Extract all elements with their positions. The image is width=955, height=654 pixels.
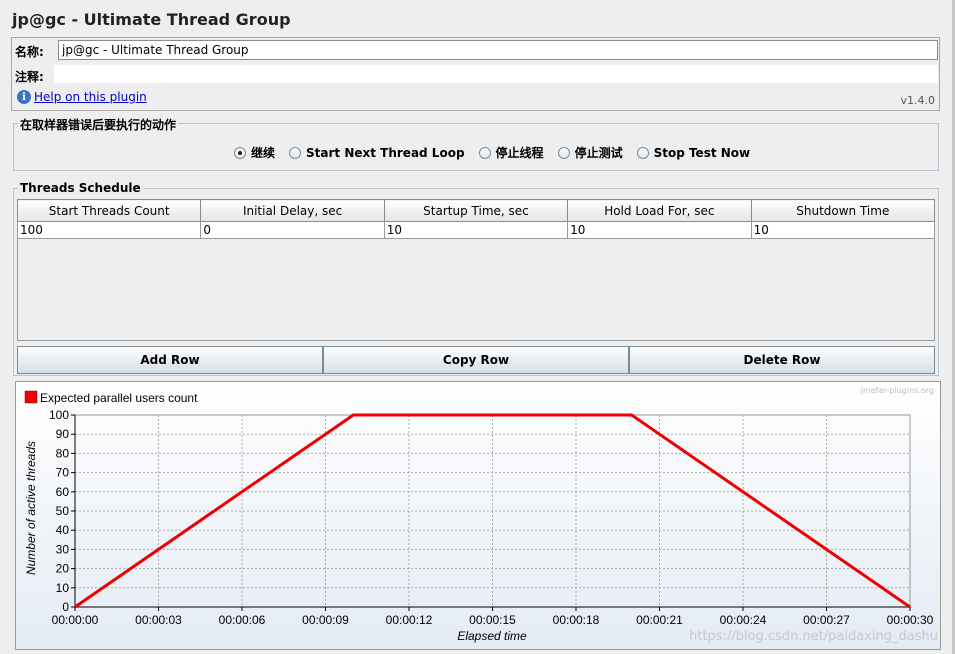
radio-button-icon[interactable] bbox=[636, 146, 649, 159]
y-tick-label: 80 bbox=[56, 446, 70, 460]
y-axis-label: Number of active threads bbox=[24, 441, 38, 575]
help-row: i Help on this plugin bbox=[17, 90, 147, 104]
radio-button-icon[interactable] bbox=[557, 146, 570, 159]
threads-schedule-title: Threads Schedule bbox=[18, 181, 143, 195]
radio-label: Start Next Thread Loop bbox=[306, 145, 465, 160]
x-tick-label: 00:00:12 bbox=[386, 613, 433, 627]
y-tick-label: 100 bbox=[49, 408, 69, 422]
column-header[interactable]: Start Threads Count bbox=[16, 199, 202, 222]
table-cell[interactable]: 10 bbox=[383, 221, 569, 239]
x-tick-label: 00:00:18 bbox=[553, 613, 600, 627]
version-label: v1.4.0 bbox=[900, 94, 936, 107]
y-tick-label: 0 bbox=[62, 600, 69, 614]
threads-chart: 0102030405060708090100 00:00:00 00:00:03 0… bbox=[24, 386, 938, 644]
radio-label: 继续 bbox=[251, 146, 276, 160]
y-tick-label: 10 bbox=[56, 581, 70, 595]
y-axis-ticks: 0 10 20 30 40 50 60 70 80 90 100 bbox=[49, 408, 75, 614]
info-icon: i bbox=[17, 90, 31, 104]
row-buttons: Add Row Copy Row Delete Row bbox=[17, 346, 935, 374]
error-action-group: 在取样器错误后要执行的动作 继续 Start Next Thread Loop … bbox=[13, 116, 939, 171]
legend-swatch bbox=[24, 390, 38, 404]
y-tick-label: 90 bbox=[56, 427, 70, 441]
add-row-button[interactable]: Add Row bbox=[17, 346, 323, 374]
x-tick-label: 00:00:06 bbox=[219, 613, 266, 627]
error-action-radios: 继续 Start Next Thread Loop 停止线程 停止测试 Stop… bbox=[234, 144, 750, 161]
radio-stop-test-now[interactable]: Stop Test Now bbox=[636, 144, 751, 161]
comment-label: 注释: bbox=[15, 70, 44, 84]
radio-button-icon[interactable] bbox=[289, 146, 302, 159]
x-tick-label: 00:00:00 bbox=[52, 613, 99, 627]
y-tick-label: 60 bbox=[56, 485, 70, 499]
y-tick-label: 30 bbox=[56, 542, 70, 556]
x-tick-label: 00:00:21 bbox=[636, 613, 683, 627]
name-panel: 名称: 注释: i Help on this plugin v1.4.0 bbox=[11, 37, 940, 111]
column-header[interactable]: Initial Delay, sec bbox=[200, 199, 385, 222]
column-header[interactable]: Shutdown Time bbox=[750, 199, 936, 222]
x-tick-label: 00:00:24 bbox=[720, 613, 767, 627]
x-tick-label: 00:00:15 bbox=[469, 613, 516, 627]
radio-stop-thread[interactable]: 停止线程 bbox=[478, 144, 544, 161]
radio-stop-test[interactable]: 停止测试 bbox=[557, 144, 623, 161]
table-cell[interactable]: 10 bbox=[750, 221, 936, 239]
x-tick-label: 00:00:03 bbox=[135, 613, 182, 627]
name-input[interactable] bbox=[58, 40, 938, 60]
radio-continue[interactable]: 继续 bbox=[234, 144, 275, 161]
radio-button-icon[interactable] bbox=[234, 146, 246, 159]
column-header[interactable]: Hold Load For, sec bbox=[567, 199, 752, 222]
schedule-table: Start Threads Count Initial Delay, sec S… bbox=[16, 199, 936, 239]
credit-watermark: https://blog.csdn.net/paidaxing_dashu bbox=[689, 629, 938, 644]
x-tick-label: 00:00:30 bbox=[887, 613, 934, 627]
schedule-empty-area[interactable] bbox=[17, 239, 935, 341]
copy-row-button[interactable]: Copy Row bbox=[323, 346, 629, 374]
radio-label: 停止线程 bbox=[495, 146, 544, 160]
legend-label: Expected parallel users count bbox=[40, 391, 198, 405]
radio-label: Stop Test Now bbox=[653, 145, 751, 160]
column-header[interactable]: Startup Time, sec bbox=[383, 199, 569, 222]
help-link[interactable]: Help on this plugin bbox=[34, 90, 147, 104]
chart-panel: 0 10 20 30 40 50 60 70 80 90 100 00:00:00 00:00:03 0… bbox=[15, 381, 941, 650]
y-tick-label: 40 bbox=[56, 523, 70, 537]
table-cell[interactable]: 100 bbox=[16, 221, 202, 239]
x-axis-ticks: 00:00:00 00:00:03 00:00:06 00:00:09 00:00:12… bbox=[52, 607, 934, 627]
x-axis-label: Elapsed time bbox=[457, 629, 527, 643]
error-action-title: 在取样器错误后要执行的动作 bbox=[18, 116, 179, 133]
radio-start-next-thread-loop[interactable]: Start Next Thread Loop bbox=[289, 144, 465, 161]
table-cell[interactable]: 0 bbox=[200, 221, 385, 239]
y-tick-label: 70 bbox=[56, 466, 70, 480]
radio-button-icon[interactable] bbox=[478, 146, 491, 159]
name-label: 名称: bbox=[15, 45, 44, 59]
page-title: jp@gc - Ultimate Thread Group bbox=[12, 10, 291, 29]
x-tick-label: 00:00:09 bbox=[302, 613, 349, 627]
y-tick-label: 50 bbox=[56, 504, 70, 518]
y-tick-label: 20 bbox=[56, 562, 70, 576]
x-tick-label: 00:00:27 bbox=[803, 613, 850, 627]
radio-label: 停止测试 bbox=[574, 146, 623, 160]
delete-row-button[interactable]: Delete Row bbox=[629, 346, 935, 374]
comment-input[interactable] bbox=[54, 65, 938, 83]
table-row[interactable]: 100 0 10 10 10 bbox=[16, 221, 936, 239]
chart-grid bbox=[74, 414, 911, 608]
chart-watermark: jmeter-plugins.org bbox=[860, 386, 934, 395]
table-cell[interactable]: 10 bbox=[567, 221, 752, 239]
schedule-header-row: Start Threads Count Initial Delay, sec S… bbox=[16, 199, 936, 222]
